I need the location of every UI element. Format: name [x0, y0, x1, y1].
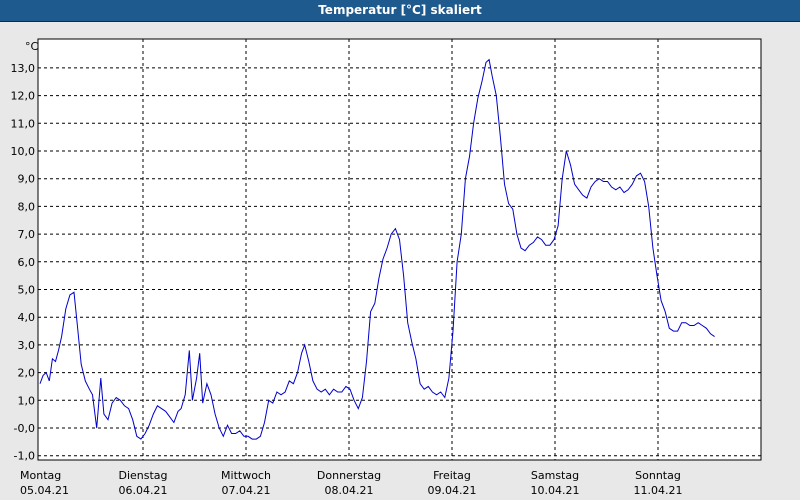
x-tick-date: 05.04.21	[20, 484, 69, 497]
x-tick-day: Donnerstag	[317, 469, 381, 482]
x-tick-day: Freitag	[433, 469, 471, 482]
x-tick-date: 09.04.21	[428, 484, 477, 497]
x-tick-date: 06.04.21	[119, 484, 168, 497]
y-tick-label: 13,0	[11, 62, 36, 75]
y-tick-label: 5,0	[18, 284, 36, 297]
y-tick-label: -1,0	[14, 450, 35, 463]
y-axis: 13,0 12,0 11,0 10,0 9,0 8,0 7,0 6,0 5,0 4,0 3,0 2,0…	[11, 62, 36, 463]
y-tick-label: 4,0	[18, 311, 36, 324]
x-tick-date: 11.04.21	[634, 484, 683, 497]
x-tick-date: 07.04.21	[222, 484, 271, 497]
temperature-chart: °C 13,0 12,0 11,0 10,0 9,0 8,0 7,0 6,0 5,0 4,0 3,0…	[11, 38, 762, 497]
x-tick-label: Donnerstag 08.04.21	[317, 469, 381, 497]
y-tick-label: 6,0	[18, 256, 36, 269]
x-tick-label: Sonntag 11.04.21	[634, 469, 683, 497]
y-tick-label: 2,0	[18, 367, 36, 380]
x-axis: Montag 05.04.21 Dienstag 06.04.21 Mittwoch 07…	[20, 469, 682, 497]
y-tick-label: 8,0	[18, 200, 36, 213]
x-tick-label: Samstag 10.04.21	[531, 469, 580, 497]
y-tick-label: 3,0	[18, 339, 36, 352]
y-tick-label: 9,0	[18, 173, 36, 186]
x-tick-label: Montag 05.04.21	[20, 469, 69, 497]
x-tick-date: 10.04.21	[531, 484, 580, 497]
plot-area	[37, 38, 762, 461]
x-tick-day: Sonntag	[635, 469, 681, 482]
unit-label: °C	[25, 40, 39, 53]
y-tick-label: 7,0	[18, 228, 36, 241]
x-tick-day: Dienstag	[118, 469, 167, 482]
y-tick-label: 11,0	[11, 117, 36, 130]
y-tick-label: 12,0	[11, 90, 36, 103]
x-tick-day: Montag	[20, 469, 61, 482]
y-tick-label: 1,0	[18, 394, 36, 407]
x-tick-date: 08.04.21	[325, 484, 374, 497]
x-tick-label: Freitag 09.04.21	[428, 469, 477, 497]
y-tick-label: -0,0	[14, 422, 35, 435]
x-tick-day: Mittwoch	[221, 469, 271, 482]
x-tick-day: Samstag	[531, 469, 579, 482]
x-tick-label: Mittwoch 07.04.21	[221, 469, 271, 497]
x-tick-label: Dienstag 06.04.21	[118, 469, 167, 497]
y-tick-label: 10,0	[11, 145, 36, 158]
